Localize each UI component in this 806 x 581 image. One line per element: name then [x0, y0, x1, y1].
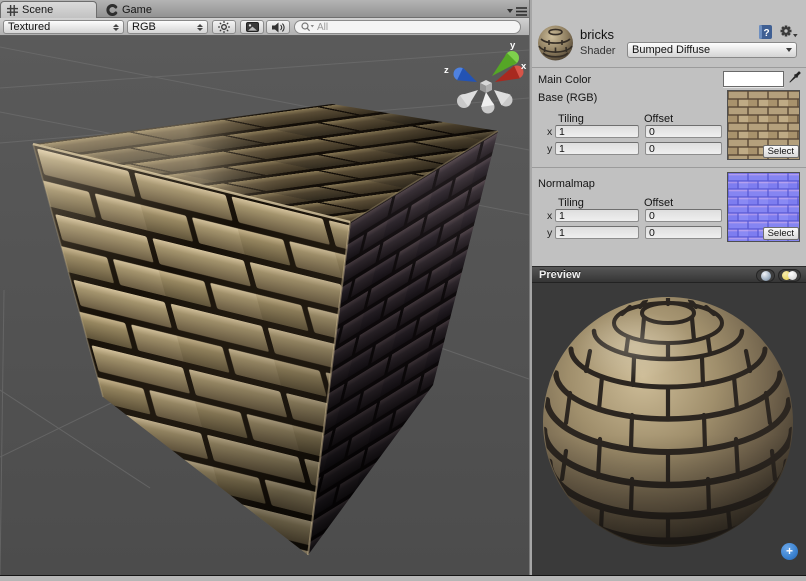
gizmo-y-label: y: [510, 40, 516, 51]
material-preview-thumbnail: [537, 24, 574, 65]
preview-title: Preview: [539, 269, 581, 281]
base-row-x-label: x: [547, 126, 552, 138]
preview-header[interactable]: Preview: [532, 266, 806, 283]
sun-icon: [218, 21, 230, 33]
base-texture-thumbnail[interactable]: Select: [727, 90, 800, 160]
chevron-down-icon: [786, 48, 792, 52]
separator: [532, 67, 806, 68]
shader-value: Bumped Diffuse: [632, 44, 782, 56]
material-name: bricks: [580, 27, 614, 42]
speaker-icon: [272, 22, 285, 33]
preview-sphere-button[interactable]: [756, 269, 775, 282]
main-color-label: Main Color: [538, 74, 591, 86]
draw-mode-dropdown[interactable]: Textured: [3, 20, 124, 34]
sphere-icon: [761, 271, 771, 281]
shader-label: Shader: [580, 45, 615, 57]
inspector-panel: bricks Shader Bumped Diffuse ?: [532, 0, 806, 575]
base-tiling-x-input[interactable]: [555, 125, 639, 138]
scene-lighting-toggle[interactable]: [212, 20, 236, 34]
color-mode-value: RGB: [132, 21, 193, 33]
help-icon[interactable]: ?: [758, 24, 773, 43]
normal-row-y-label: y: [547, 227, 552, 239]
tab-scene[interactable]: Scene: [0, 1, 97, 18]
image-icon: [246, 22, 259, 32]
unity-editor-window: Scene Game Textured RGB: [0, 0, 806, 581]
normalmap-texture-thumbnail[interactable]: Select: [727, 172, 800, 242]
scene-toolbar: Textured RGB: [0, 18, 529, 36]
updown-arrows-icon: [113, 24, 119, 31]
game-icon: [106, 4, 118, 16]
scene-tabbar: Scene Game: [0, 0, 529, 18]
normal-tiling-y-input[interactable]: [555, 226, 639, 239]
base-select-button[interactable]: Select: [763, 145, 799, 158]
base-offset-y-input[interactable]: [645, 142, 722, 155]
normal-map-label: Normalmap: [538, 178, 595, 190]
search-icon: [301, 22, 314, 32]
separator: [532, 167, 806, 168]
scene-viewport[interactable]: y x z: [0, 36, 529, 575]
scene-pane-menu-icon[interactable]: [507, 4, 527, 15]
normal-tiling-header: Tiling: [558, 197, 584, 209]
gear-icon[interactable]: [779, 24, 798, 43]
color-mode-dropdown[interactable]: RGB: [127, 20, 208, 34]
normal-offset-x-input[interactable]: [645, 209, 722, 222]
tab-game[interactable]: Game: [100, 1, 170, 18]
normal-row-x-label: x: [547, 210, 552, 222]
light-white-icon: [788, 271, 797, 280]
base-offset-x-input[interactable]: [645, 125, 722, 138]
tab-scene-label: Scene: [22, 4, 53, 16]
main-color-swatch[interactable]: [723, 71, 784, 87]
preview-sphere: [543, 297, 793, 547]
eyedropper-icon[interactable]: [787, 69, 803, 89]
preview-lighting-button[interactable]: [778, 269, 801, 282]
gizmo-z-label: z: [444, 65, 449, 76]
normalmap-select-button[interactable]: Select: [763, 227, 799, 240]
updown-arrows-icon: [197, 24, 203, 31]
material-preview-area[interactable]: +: [532, 283, 806, 575]
normal-offset-header: Offset: [644, 197, 673, 209]
base-tiling-y-input[interactable]: [555, 142, 639, 155]
shader-dropdown[interactable]: Bumped Diffuse: [627, 42, 797, 58]
preview-add-button[interactable]: +: [781, 543, 798, 560]
scene-grid-icon: [7, 5, 18, 16]
normal-offset-y-input[interactable]: [645, 226, 722, 239]
scene-audio-toggle[interactable]: [266, 20, 290, 34]
draw-mode-value: Textured: [8, 21, 109, 33]
normal-tiling-x-input[interactable]: [555, 209, 639, 222]
scene-fx-toggle[interactable]: [240, 20, 264, 34]
svg-text:?: ?: [764, 28, 770, 39]
search-input[interactable]: [317, 22, 487, 33]
base-offset-header: Offset: [644, 113, 673, 125]
base-row-y-label: y: [547, 143, 552, 155]
scene-search-field[interactable]: [294, 20, 521, 34]
tab-game-label: Game: [122, 4, 152, 16]
base-map-label: Base (RGB): [538, 92, 597, 104]
gizmo-x-label: x: [521, 61, 527, 72]
base-tiling-header: Tiling: [558, 113, 584, 125]
window-bottom-edge: [0, 575, 806, 581]
